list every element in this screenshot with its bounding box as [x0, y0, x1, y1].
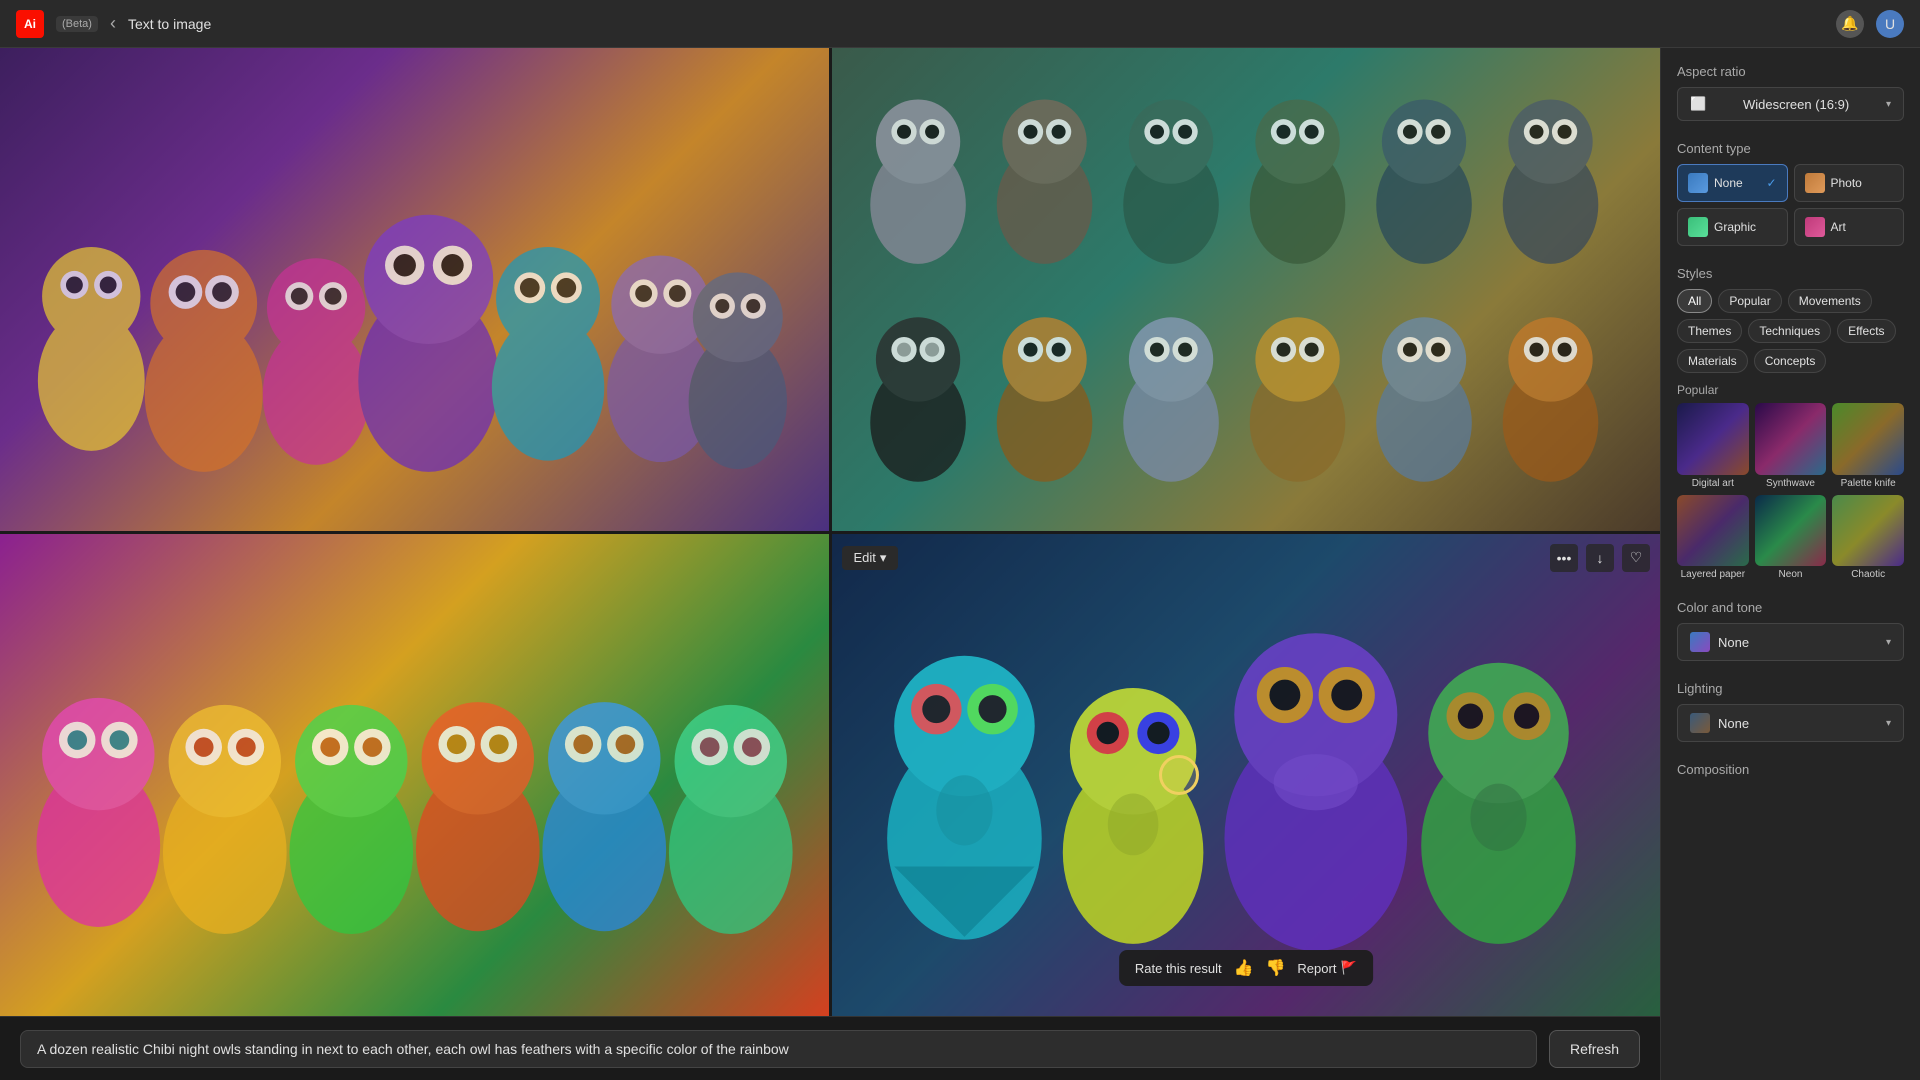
- lighting-swatch: [1690, 713, 1710, 733]
- lighting-dropdown[interactable]: None ▾: [1677, 704, 1904, 742]
- style-tag-movements[interactable]: Movements: [1788, 289, 1872, 313]
- aspect-ratio-section: Aspect ratio ⬜ Widescreen (16:9) ▾: [1677, 64, 1904, 121]
- image-cell-1[interactable]: [0, 48, 829, 531]
- chevron-down-icon: ▾: [1886, 99, 1891, 110]
- aspect-ratio-value: Widescreen (16:9): [1743, 97, 1849, 112]
- content-type-grid: None ✓ Photo Graphic Art: [1677, 164, 1904, 246]
- color-tone-section: Color and tone None ▾: [1677, 600, 1904, 661]
- prompt-bar: Refresh: [0, 1016, 1660, 1080]
- topbar: Ai (Beta) ‹ Text to image 🔔 U: [0, 0, 1920, 48]
- layered-paper-preview: [1677, 495, 1749, 567]
- style-thumbnails: Digital art Synthwave Palette knife Laye…: [1677, 403, 1904, 580]
- page-title: Text to image: [128, 16, 211, 32]
- composition-section: Composition: [1677, 762, 1904, 777]
- lighting-label: Lighting: [1677, 681, 1904, 696]
- thumbs-up-button[interactable]: 👍: [1234, 958, 1254, 978]
- right-panel: Aspect ratio ⬜ Widescreen (16:9) ▾ Conte…: [1660, 48, 1920, 1080]
- digital-art-preview: [1677, 403, 1749, 475]
- image-4-toolbar: Edit ▾ ••• ↓ ♡: [842, 544, 1651, 572]
- thumbs-down-button[interactable]: 👎: [1265, 958, 1285, 978]
- notification-icon[interactable]: 🔔: [1836, 10, 1864, 38]
- color-tone-label: Color and tone: [1677, 600, 1904, 615]
- chevron-down-icon: ▾: [1886, 718, 1891, 729]
- favorite-button[interactable]: ♡: [1622, 544, 1650, 572]
- style-thumb-chaotic[interactable]: Chaotic: [1832, 495, 1904, 581]
- neon-label: Neon: [1755, 569, 1827, 580]
- style-tag-effects[interactable]: Effects: [1837, 319, 1895, 343]
- image-1-overlay: [0, 48, 829, 531]
- image-3-overlay: [0, 534, 829, 1017]
- digital-art-label: Digital art: [1677, 478, 1749, 489]
- style-thumb-neon[interactable]: Neon: [1755, 495, 1827, 581]
- none-icon: [1688, 173, 1708, 193]
- style-tag-all[interactable]: All: [1677, 289, 1712, 313]
- palette-knife-label: Palette knife: [1832, 478, 1904, 489]
- style-tag-techniques[interactable]: Techniques: [1748, 319, 1831, 343]
- main-area: Edit ▾ ••• ↓ ♡ Rate this result 👍 👎: [0, 48, 1920, 1080]
- topbar-right: 🔔 U: [1836, 10, 1904, 38]
- style-thumb-synthwave[interactable]: Synthwave: [1755, 403, 1827, 489]
- content-type-label: Content type: [1677, 141, 1904, 156]
- prompt-input[interactable]: [20, 1030, 1537, 1068]
- color-tone-left: None: [1690, 632, 1749, 652]
- styles-tags: All Popular Movements Themes Techniques …: [1677, 289, 1904, 373]
- chaotic-label: Chaotic: [1832, 569, 1904, 580]
- chevron-down-icon: ▾: [880, 550, 887, 566]
- aspect-ratio-dropdown[interactable]: ⬜ Widescreen (16:9) ▾: [1677, 87, 1904, 121]
- back-button[interactable]: ‹: [110, 13, 116, 34]
- lighting-value: None: [1718, 716, 1749, 731]
- toolbar-icons: ••• ↓ ♡: [1550, 544, 1650, 572]
- lighting-section: Lighting None ▾: [1677, 681, 1904, 742]
- report-button[interactable]: Report 🚩: [1297, 960, 1356, 976]
- synthwave-label: Synthwave: [1755, 478, 1827, 489]
- refresh-button[interactable]: Refresh: [1549, 1030, 1640, 1068]
- image-4-overlay: [832, 534, 1661, 1017]
- rate-label: Rate this result: [1135, 961, 1222, 976]
- color-tone-dropdown[interactable]: None ▾: [1677, 623, 1904, 661]
- popular-label: Popular: [1677, 383, 1904, 397]
- composition-label: Composition: [1677, 762, 1904, 777]
- photo-icon: [1805, 173, 1825, 193]
- adobe-logo: Ai: [16, 10, 44, 38]
- style-tag-materials[interactable]: Materials: [1677, 349, 1748, 373]
- neon-preview: [1755, 495, 1827, 567]
- rate-bar: Rate this result 👍 👎 Report 🚩: [1119, 950, 1373, 986]
- styles-section: Styles All Popular Movements Themes Tech…: [1677, 266, 1904, 580]
- content-type-photo[interactable]: Photo: [1794, 164, 1905, 202]
- layered-paper-label: Layered paper: [1677, 569, 1749, 580]
- style-tag-concepts[interactable]: Concepts: [1754, 349, 1827, 373]
- art-icon: [1805, 217, 1825, 237]
- style-thumb-digital-art[interactable]: Digital art: [1677, 403, 1749, 489]
- image-cell-2[interactable]: [832, 48, 1661, 531]
- avatar[interactable]: U: [1876, 10, 1904, 38]
- style-thumb-palette-knife[interactable]: Palette knife: [1832, 403, 1904, 489]
- content-type-graphic[interactable]: Graphic: [1677, 208, 1788, 246]
- cursor-indicator: [1159, 755, 1199, 795]
- content-type-section: Content type None ✓ Photo Graphic Ar: [1677, 141, 1904, 246]
- aspect-ratio-icon: ⬜: [1690, 96, 1706, 112]
- content-type-art[interactable]: Art: [1794, 208, 1905, 246]
- style-tag-themes[interactable]: Themes: [1677, 319, 1742, 343]
- aspect-ratio-label: Aspect ratio: [1677, 64, 1904, 79]
- edit-button[interactable]: Edit ▾: [842, 546, 899, 570]
- color-swatch: [1690, 632, 1710, 652]
- chevron-down-icon: ▾: [1886, 637, 1891, 648]
- style-tag-popular[interactable]: Popular: [1718, 289, 1781, 313]
- styles-label: Styles: [1677, 266, 1904, 281]
- lighting-left: None: [1690, 713, 1749, 733]
- style-thumb-layered-paper[interactable]: Layered paper: [1677, 495, 1749, 581]
- beta-badge: (Beta): [56, 16, 98, 32]
- graphic-icon: [1688, 217, 1708, 237]
- image-cell-3[interactable]: [0, 534, 829, 1017]
- synthwave-preview: [1755, 403, 1827, 475]
- download-button[interactable]: ↓: [1586, 544, 1614, 572]
- image-2-overlay: [832, 48, 1661, 531]
- color-tone-value: None: [1718, 635, 1749, 650]
- chaotic-preview: [1832, 495, 1904, 567]
- image-cell-4[interactable]: Edit ▾ ••• ↓ ♡ Rate this result 👍 👎: [832, 534, 1661, 1017]
- more-options-button[interactable]: •••: [1550, 544, 1578, 572]
- palette-knife-preview: [1832, 403, 1904, 475]
- content-type-none[interactable]: None ✓: [1677, 164, 1788, 202]
- image-area: Edit ▾ ••• ↓ ♡ Rate this result 👍 👎: [0, 48, 1660, 1080]
